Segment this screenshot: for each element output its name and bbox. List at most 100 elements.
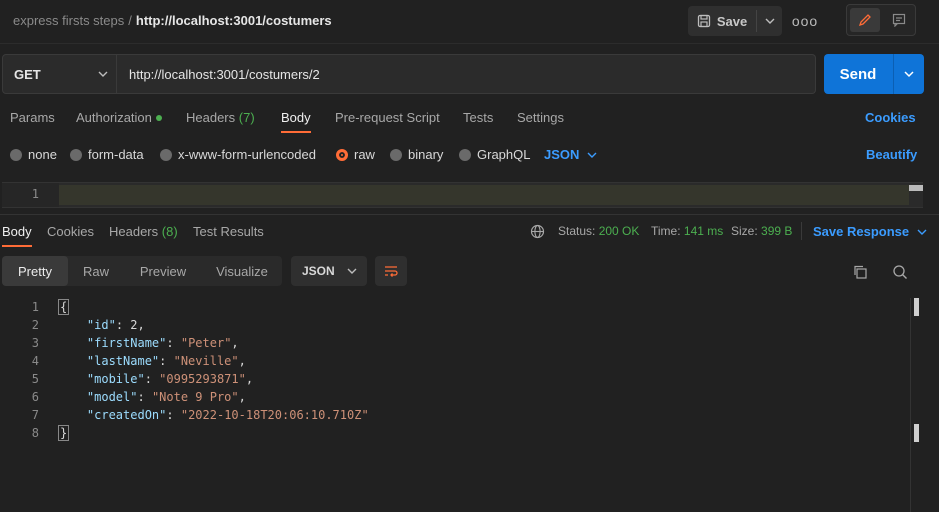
view-pretty-button[interactable]: Pretty bbox=[2, 256, 68, 286]
response-headers-count: (8) bbox=[161, 224, 178, 239]
response-tab-body[interactable]: Body bbox=[2, 224, 32, 247]
line-number: 1 bbox=[2, 183, 59, 207]
radio-graphql[interactable]: GraphQL bbox=[459, 147, 530, 162]
json-value: "2022-10-18T20:06:10.710Z" bbox=[180, 408, 369, 422]
tab-authorization[interactable]: Authorization bbox=[76, 110, 162, 125]
body-language-label: JSON bbox=[544, 147, 580, 162]
view-raw-button[interactable]: Raw bbox=[68, 256, 124, 286]
save-response-button[interactable]: Save Response bbox=[813, 224, 927, 239]
more-options-button[interactable]: ooo bbox=[791, 8, 819, 34]
resize-divider[interactable] bbox=[0, 214, 939, 215]
comments-button[interactable] bbox=[884, 8, 914, 32]
copy-icon bbox=[854, 265, 867, 279]
response-body[interactable]: 1 2 3 4 5 6 7 8 { "id": 2, "firstName": … bbox=[0, 298, 910, 512]
json-value: "Neville" bbox=[173, 354, 239, 368]
beautify-link[interactable]: Beautify bbox=[866, 147, 917, 162]
json-comma: , bbox=[231, 336, 239, 350]
radio-raw-label: raw bbox=[354, 147, 375, 162]
tab-params[interactable]: Params bbox=[10, 110, 55, 125]
close-brace: } bbox=[58, 425, 70, 441]
radio-form-data[interactable]: form-data bbox=[70, 147, 144, 162]
save-icon bbox=[697, 14, 710, 28]
json-key: "firstName" bbox=[86, 336, 167, 350]
tab-tests[interactable]: Tests bbox=[463, 110, 493, 125]
chevron-down-icon bbox=[917, 229, 927, 235]
radio-form-data-label: form-data bbox=[88, 147, 144, 162]
top-bar: express firsts steps / http://localhost:30… bbox=[0, 0, 939, 44]
breadcrumb-request[interactable]: http://localhost:3001/costumers bbox=[136, 13, 332, 28]
radio-circle bbox=[10, 148, 22, 161]
editor-scrollbar[interactable] bbox=[909, 185, 923, 191]
url-input[interactable]: http://localhost:3001/costumers/2 bbox=[117, 54, 816, 94]
send-button-group: Send bbox=[824, 54, 924, 94]
breadcrumb-separator: / bbox=[128, 13, 132, 28]
response-tab-headers[interactable]: Headers (8) bbox=[109, 224, 178, 239]
radio-raw[interactable]: raw bbox=[336, 147, 375, 162]
radio-none[interactable]: none bbox=[10, 147, 57, 162]
response-size[interactable]: Size: 399 B bbox=[731, 224, 792, 238]
globe-icon[interactable] bbox=[530, 224, 545, 239]
response-time[interactable]: Time: 141 ms bbox=[651, 224, 723, 238]
save-options-button[interactable] bbox=[757, 6, 782, 36]
tab-headers[interactable]: Headers (7) bbox=[186, 110, 255, 125]
response-scrollbar-track[interactable] bbox=[910, 298, 911, 512]
send-button[interactable]: Send bbox=[824, 54, 892, 94]
radio-binary-label: binary bbox=[408, 147, 444, 162]
status-dot bbox=[155, 114, 162, 121]
edit-mode-button[interactable] bbox=[850, 8, 880, 32]
response-format-label: JSON bbox=[302, 264, 335, 278]
request-body-editor[interactable]: 1 bbox=[2, 182, 923, 208]
send-options-button[interactable] bbox=[894, 54, 924, 94]
radio-binary[interactable]: binary bbox=[390, 147, 443, 162]
method-label: GET bbox=[14, 67, 41, 82]
save-button[interactable]: Save bbox=[688, 6, 756, 36]
divider bbox=[801, 222, 802, 240]
code-line: "firstName": "Peter", bbox=[86, 336, 239, 350]
line-number: 8 bbox=[31, 426, 39, 440]
active-line[interactable] bbox=[59, 185, 909, 205]
method-select[interactable]: GET bbox=[2, 54, 117, 94]
response-tab-headers-label: Headers bbox=[109, 224, 159, 239]
tab-settings[interactable]: Settings bbox=[517, 110, 564, 125]
chevron-down-icon bbox=[587, 152, 597, 158]
chevron-down-icon bbox=[347, 268, 357, 274]
search-button[interactable] bbox=[890, 262, 910, 282]
wrap-lines-icon bbox=[385, 266, 398, 277]
code-line: "mobile": "0995293871", bbox=[86, 372, 254, 386]
view-visualize-button[interactable]: Visualize bbox=[202, 256, 282, 286]
body-type-options: none form-data x-www-form-urlencoded raw… bbox=[0, 142, 939, 166]
response-tab-test-results[interactable]: Test Results bbox=[193, 224, 264, 239]
line-number: 5 bbox=[31, 372, 39, 386]
cookies-link[interactable]: Cookies bbox=[865, 110, 916, 125]
size-label: Size: bbox=[731, 224, 758, 238]
scroll-marker bbox=[914, 298, 919, 316]
tab-headers-label: Headers bbox=[186, 110, 236, 125]
response-status[interactable]: Status: 200 OK bbox=[558, 224, 639, 238]
json-value: "Peter" bbox=[180, 336, 232, 350]
json-comma: , bbox=[238, 354, 246, 368]
code-line: { bbox=[58, 299, 70, 315]
response-format-select[interactable]: JSON bbox=[291, 256, 367, 286]
tab-authorization-label: Authorization bbox=[76, 110, 152, 125]
comment-icon bbox=[892, 13, 906, 27]
url-text: http://localhost:3001/costumers/2 bbox=[129, 67, 320, 82]
wrap-lines-button[interactable] bbox=[375, 256, 407, 286]
response-tab-cookies[interactable]: Cookies bbox=[47, 224, 94, 239]
tab-body[interactable]: Body bbox=[281, 110, 311, 133]
view-preview-button[interactable]: Preview bbox=[124, 256, 202, 286]
radio-circle bbox=[459, 148, 471, 161]
tab-prerequest-script[interactable]: Pre-request Script bbox=[335, 110, 440, 125]
radio-circle bbox=[390, 148, 402, 161]
more-icon: ooo bbox=[791, 13, 819, 29]
code-line: "lastName": "Neville", bbox=[86, 354, 246, 368]
copy-button[interactable] bbox=[850, 262, 870, 282]
radio-circle bbox=[70, 148, 82, 161]
status-value: 200 OK bbox=[598, 224, 640, 238]
radio-urlencoded[interactable]: x-www-form-urlencoded bbox=[160, 147, 316, 162]
code-line: "model": "Note 9 Pro", bbox=[86, 390, 246, 404]
active-tab-indicator bbox=[2, 245, 32, 247]
line-number: 2 bbox=[31, 318, 39, 332]
body-language-select[interactable]: JSON bbox=[544, 147, 597, 162]
json-key: "createdOn" bbox=[86, 408, 167, 422]
breadcrumb-collection[interactable]: express firsts steps bbox=[13, 13, 124, 28]
